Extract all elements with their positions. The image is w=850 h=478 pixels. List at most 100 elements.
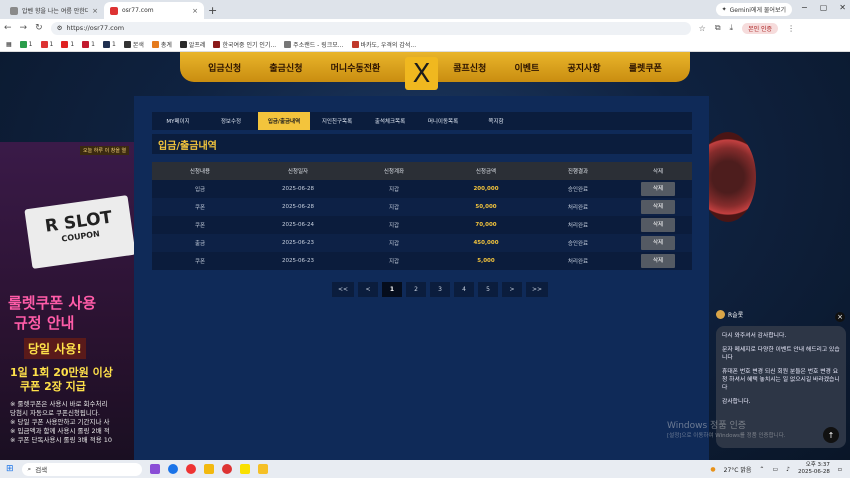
column-header: 신청금액 xyxy=(475,169,497,175)
nav-item[interactable]: 이벤트 xyxy=(514,61,539,74)
table-body: 입금 2025-06-28 지갑 200,000 승인완료 삭제 쿠폰 2025… xyxy=(152,180,692,270)
browser-tab-1[interactable]: 압벤 향을 나는 여름 안한다이 × xyxy=(4,2,104,19)
subnav-messages[interactable]: 쪽지함 xyxy=(470,112,522,130)
last-page-button[interactable]: >> xyxy=(526,282,548,297)
bookmark-item[interactable]: 바카도, 우격의 감석... xyxy=(351,40,416,49)
volume-icon[interactable]: ♪ xyxy=(786,466,790,473)
bookmark-star-icon[interactable]: ☆ xyxy=(699,24,706,33)
first-page-button[interactable]: << xyxy=(332,282,354,297)
column-header: 신청계좌 xyxy=(383,169,405,175)
new-tab-button[interactable]: + xyxy=(208,4,217,17)
mypage-panel: MY페이지 정보수정 입금/출금내역 지인친구목록 출석체크목록 머니이동목록 … xyxy=(134,96,709,460)
taskview-icon[interactable] xyxy=(149,464,160,474)
nav-item[interactable]: 콤프신청 xyxy=(453,61,486,74)
bookmark-item[interactable]: 1 xyxy=(40,40,53,48)
nav-item[interactable]: 룰렛쿠폰 xyxy=(629,61,662,74)
url-input[interactable]: ⚙ https://osr77.com xyxy=(50,21,691,35)
bookmark-item[interactable]: 1 xyxy=(19,40,33,48)
maximize-icon[interactable]: ▢ xyxy=(820,3,828,12)
chat-message: 휴대폰 번호 변경 되신 회원 분들은 번호 변경 요청 하셔서 혜택 놓치시는… xyxy=(722,369,840,391)
taskbar-search[interactable]: ⌕ 검색 xyxy=(21,462,142,476)
nav-item[interactable]: 출금신청 xyxy=(269,61,302,74)
delete-button[interactable]: 삭제 xyxy=(641,200,675,214)
clock[interactable]: 오후 3:37 2025-06-28 xyxy=(798,462,830,476)
browser-tab-2[interactable]: osr77.com × xyxy=(104,2,204,19)
close-chat-icon[interactable]: × xyxy=(835,312,845,322)
kakaotalk-icon[interactable] xyxy=(239,464,250,474)
column-header: 진행결과 xyxy=(567,169,589,175)
reload-icon[interactable]: ↻ xyxy=(35,23,43,33)
bookmark-item[interactable]: 1 xyxy=(82,40,95,48)
weather-text[interactable]: 27°C 맑음 xyxy=(724,465,752,474)
edge-icon[interactable] xyxy=(167,464,178,474)
page-button-2[interactable]: 2 xyxy=(406,282,426,297)
download-icon[interactable]: ⤓ xyxy=(730,23,734,33)
profile-button[interactable]: 본인 인증 xyxy=(742,22,779,34)
tray-overflow-icon[interactable]: ⌃ xyxy=(759,466,764,473)
subnav-transactions[interactable]: 입금/출금내역 xyxy=(258,112,310,130)
subnav-attendance[interactable]: 출석체크목록 xyxy=(364,112,416,130)
bookmark-item[interactable]: 본색 xyxy=(123,40,144,49)
tab-title: 압벤 향을 나는 여름 안한다이 xyxy=(22,8,89,15)
transactions-table: 신청내용 신청일자 신청계좌 신청금액 진행결과 삭제 입금 2025-06-2… xyxy=(152,162,692,270)
folder-icon[interactable] xyxy=(257,464,268,474)
promo-badge: 당일 사용! xyxy=(24,338,86,359)
scroll-top-icon[interactable]: ↑ xyxy=(823,427,839,443)
minimize-icon[interactable]: − xyxy=(801,3,808,12)
subnav-mypage[interactable]: MY페이지 xyxy=(152,112,204,130)
mypage-subnav: MY페이지 정보수정 입금/출금내역 지인친구목록 출석체크목록 머니이동목록 … xyxy=(152,112,692,130)
page-title: 입금/출금내역 xyxy=(152,134,692,154)
column-header: 삭제 xyxy=(652,169,664,175)
address-bar-row: ← → ↻ ⚙ https://osr77.com ☆ ⧉ ⤓ 본인 인증 ⋮ xyxy=(0,19,850,37)
back-icon[interactable]: ← xyxy=(4,23,12,33)
next-page-button[interactable]: > xyxy=(502,282,522,297)
page-button-1[interactable]: 1 xyxy=(382,282,402,297)
nav-item[interactable]: 공지사항 xyxy=(567,61,600,74)
delete-button[interactable]: 삭제 xyxy=(641,236,675,250)
table-row: 쿠폰 2025-06-23 지갑 5,000 처리완료 삭제 xyxy=(152,252,692,270)
table-row: 입금 2025-06-28 지갑 200,000 승인완료 삭제 xyxy=(152,180,692,198)
subnav-profile-edit[interactable]: 정보수정 xyxy=(205,112,257,130)
chrome-app-icon[interactable] xyxy=(221,464,232,474)
bookmark-item[interactable]: 알프레 xyxy=(179,40,205,49)
close-icon[interactable]: X xyxy=(405,57,438,90)
bookmark-item[interactable]: 한국여중 인기 인기... xyxy=(213,40,276,49)
close-tab-icon[interactable]: × xyxy=(192,7,198,15)
chat-message: 감사합니다. xyxy=(722,399,751,405)
tab-title: osr77.com xyxy=(122,7,154,14)
menu-icon[interactable]: ⋮ xyxy=(787,24,795,33)
gemini-button[interactable]: ✦ Gemini에게 물어보기 xyxy=(715,3,792,16)
site-info-icon[interactable]: ⚙ xyxy=(57,24,63,32)
page-button-4[interactable]: 4 xyxy=(454,282,474,297)
close-window-icon[interactable]: ✕ xyxy=(839,3,846,12)
bookmark-item[interactable]: 1 xyxy=(61,40,74,48)
subnav-friends[interactable]: 지인친구목록 xyxy=(311,112,363,130)
column-header: 신청내용 xyxy=(189,169,211,175)
close-tab-icon[interactable]: × xyxy=(92,7,98,15)
avatar xyxy=(716,310,725,319)
chrome-icon[interactable] xyxy=(185,464,196,474)
notification-icon[interactable]: ▫ xyxy=(838,466,842,473)
prev-page-button[interactable]: < xyxy=(358,282,378,297)
subnav-money-transfer[interactable]: 머니이동목록 xyxy=(417,112,469,130)
apps-icon[interactable]: ▦ xyxy=(6,41,12,48)
bookmark-item[interactable]: 1 xyxy=(102,40,116,48)
bookmark-item[interactable]: 주소랜드 - 링크모... xyxy=(284,40,344,49)
table-row: 쿠폰 2025-06-28 지갑 50,000 처리완료 삭제 xyxy=(152,198,692,216)
file-explorer-icon[interactable] xyxy=(203,464,214,474)
bookmark-item[interactable]: 총계 xyxy=(151,40,172,49)
network-icon[interactable]: ▭ xyxy=(772,466,778,473)
table-header: 신청내용 신청일자 신청계좌 신청금액 진행결과 삭제 xyxy=(152,162,692,180)
windows-start-icon[interactable]: ⊞ xyxy=(6,464,14,474)
nav-item[interactable]: 머니수동전환 xyxy=(331,61,381,74)
hide-today-link[interactable]: 오늘 하루 이 창을 열 xyxy=(80,146,130,155)
page-button-5[interactable]: 5 xyxy=(478,282,498,297)
page-button-3[interactable]: 3 xyxy=(430,282,450,297)
extensions-icon[interactable]: ⧉ xyxy=(715,23,721,33)
delete-button[interactable]: 삭제 xyxy=(641,182,675,196)
delete-button[interactable]: 삭제 xyxy=(641,254,675,268)
delete-button[interactable]: 삭제 xyxy=(641,218,675,232)
tab-favicon xyxy=(10,6,18,15)
forward-icon[interactable]: → xyxy=(20,23,28,33)
nav-item[interactable]: 입금신청 xyxy=(208,61,241,74)
